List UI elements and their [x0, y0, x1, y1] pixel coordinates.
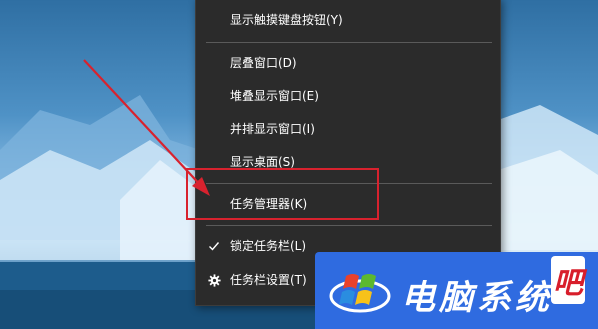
menu-item-show-touch-keyboard[interactable]: 显示触摸键盘按钮(Y)	[196, 4, 500, 36]
menu-item-label: 锁定任务栏(L)	[230, 239, 307, 253]
menu-item-cascade-windows[interactable]: 层叠窗口(D)	[196, 47, 500, 79]
watermark-text: 电脑系统	[401, 278, 553, 318]
watermark-banner: 电脑系统 吧	[315, 252, 598, 329]
highlight-box	[186, 168, 379, 220]
checkmark-icon	[206, 230, 222, 262]
menu-item-side-by-side-windows[interactable]: 并排显示窗口(I)	[196, 113, 500, 145]
menu-item-label: 显示触摸键盘按钮(Y)	[230, 13, 343, 27]
menu-item-label: 层叠窗口(D)	[230, 56, 297, 70]
gear-icon	[206, 264, 222, 296]
watermark-badge: 吧	[551, 256, 585, 304]
windows-logo-icon	[329, 274, 391, 313]
menu-separator	[206, 42, 492, 43]
menu-item-stack-windows[interactable]: 堆叠显示窗口(E)	[196, 80, 500, 112]
menu-item-label: 并排显示窗口(I)	[230, 122, 315, 136]
menu-item-label: 任务栏设置(T)	[230, 273, 307, 287]
menu-separator	[206, 225, 492, 226]
menu-item-label: 堆叠显示窗口(E)	[230, 89, 319, 103]
